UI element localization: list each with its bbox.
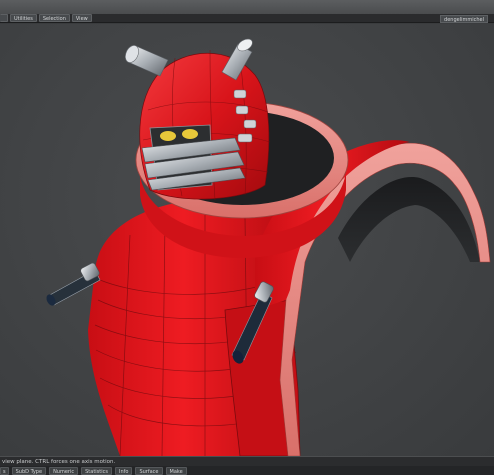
model-render (46, 38, 491, 456)
menu-tab-selection[interactable]: Selection (38, 14, 70, 22)
subd-type-label: SubD Type (15, 468, 43, 475)
menu-tab-view[interactable]: View (71, 14, 92, 22)
status-bar: view plane. CTRL forces one axis motion. (0, 456, 494, 466)
menu-tab-utilities[interactable]: Utilities (10, 14, 37, 22)
menu-bar: Utilities Selection View dengelimmichel (0, 14, 494, 23)
antenna-left (125, 45, 169, 77)
subd-type-dropdown[interactable]: SubD Type (11, 466, 47, 475)
3d-viewport[interactable] (0, 24, 494, 456)
numeric-button[interactable]: Numeric (49, 466, 79, 475)
eye-left (160, 131, 176, 141)
status-message: view plane. CTRL forces one axis motion. (2, 459, 116, 465)
surface-button[interactable]: Surface (135, 466, 163, 475)
eye-right (182, 129, 198, 139)
title-strip (0, 0, 494, 14)
statistics-button[interactable]: Statistics (81, 466, 112, 475)
bottom-toolbar: s SubD Type Numeric Statistics Info Surf… (0, 466, 494, 475)
select-mode-button[interactable]: s (0, 466, 9, 475)
scene-name-label: dengelimmichel (440, 15, 488, 23)
modeler-window: Utilities Selection View dengelimmichel (0, 0, 494, 475)
make-button[interactable]: Make (165, 466, 187, 475)
menu-tab-first[interactable] (0, 14, 8, 22)
info-button[interactable]: Info (114, 466, 133, 475)
